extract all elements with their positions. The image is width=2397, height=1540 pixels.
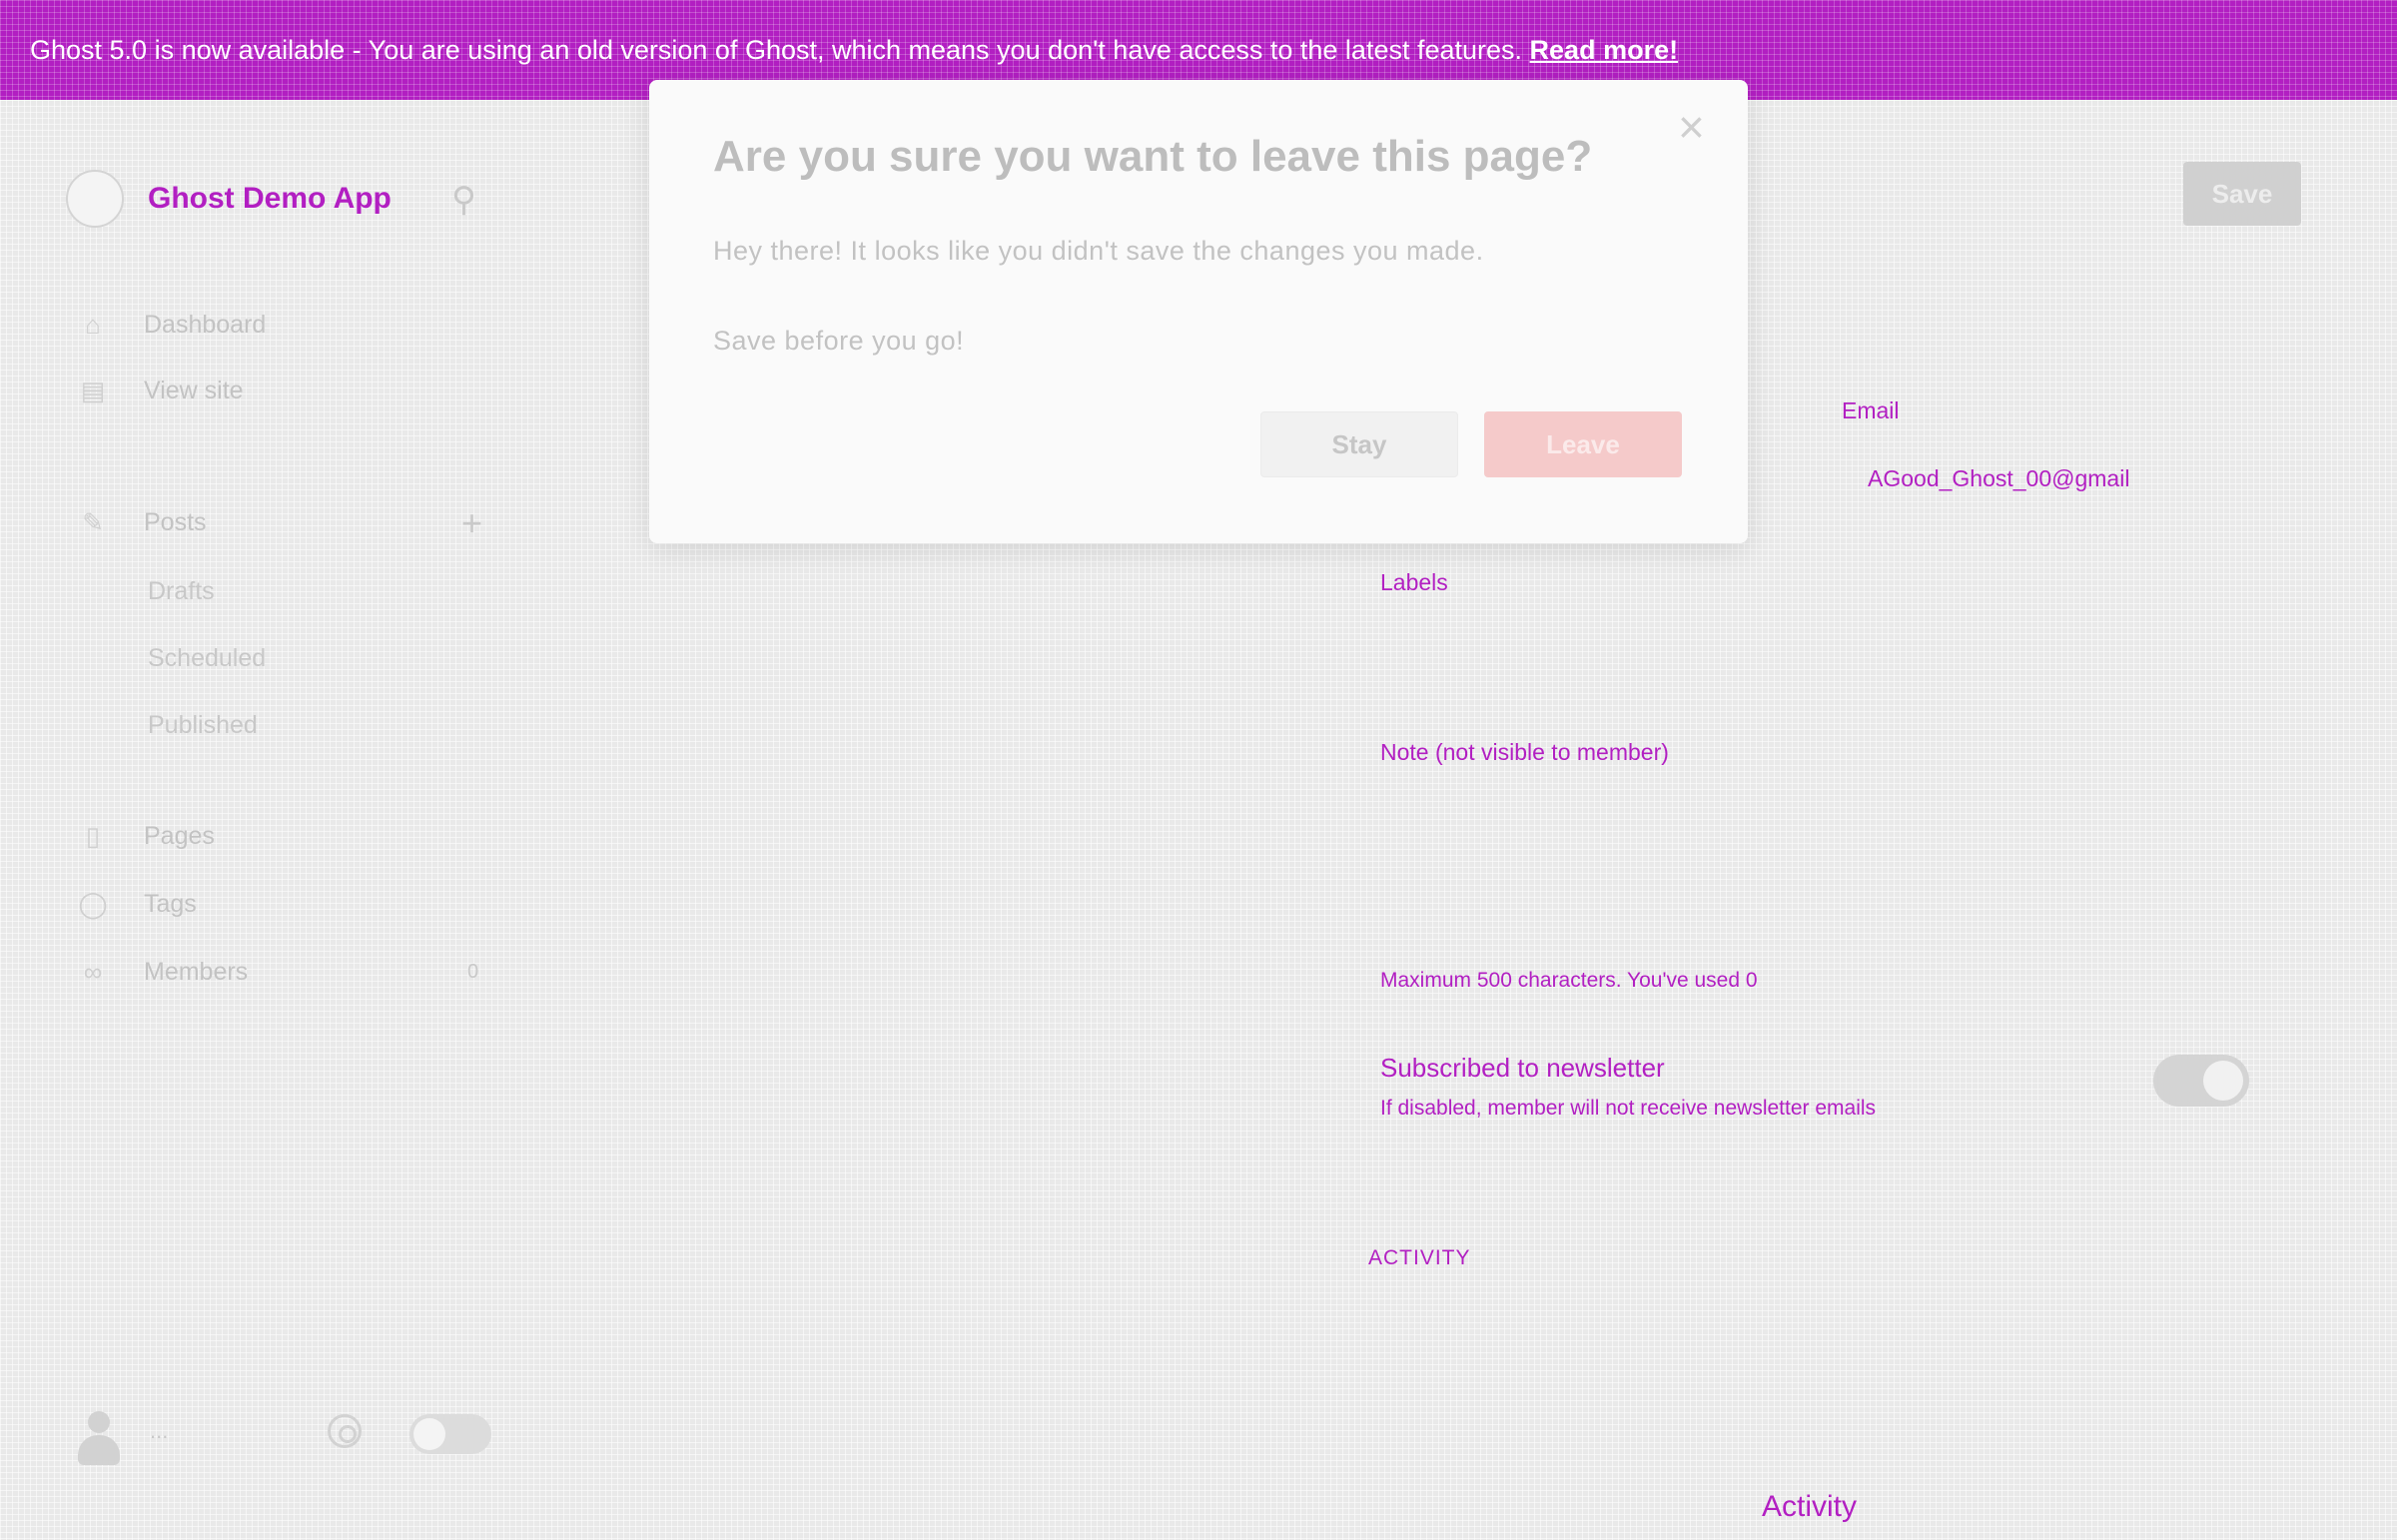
activity-section-heading: ACTIVITY [1368, 1246, 1471, 1269]
newsletter-toggle[interactable] [2153, 1055, 2249, 1107]
note-label: Note (not visible to member) [1380, 739, 1669, 765]
pencil-icon: ✎ [82, 507, 104, 537]
tag-icon: ◯ [78, 889, 108, 919]
note-character-count: Maximum 500 characters. You've used 0 [1380, 969, 1758, 992]
sidebar-item-scheduled[interactable]: Scheduled [148, 644, 266, 673]
save-button[interactable]: Save [2183, 162, 2301, 226]
sidebar-item-label: Posts [144, 508, 207, 536]
members-icon: ∞ [83, 957, 103, 987]
labels-label: Labels [1380, 569, 1448, 595]
close-icon[interactable]: × [1678, 104, 1705, 150]
sidebar-item-pages[interactable]: ▯ Pages [78, 821, 215, 852]
sidebar-item-drafts[interactable]: Drafts [148, 577, 215, 606]
user-menu[interactable]: ... [150, 1418, 168, 1444]
sidebar-item-label: View site [144, 377, 244, 404]
members-count: 0 [467, 961, 479, 983]
sidebar-item-dashboard[interactable]: ⌂ Dashboard [78, 310, 266, 341]
sidebar-item-tags[interactable]: ◯ Tags [78, 889, 197, 920]
subscription-hint: If disabled, member will not receive new… [1380, 1097, 1877, 1120]
leave-button[interactable]: Leave [1484, 411, 1682, 477]
email-label: Email [1842, 397, 1900, 423]
home-icon: ⌂ [85, 310, 101, 340]
banner-read-more-link[interactable]: Read more! [1530, 35, 1679, 65]
activity-title: Activity [1762, 1490, 1858, 1523]
email-field[interactable]: AGood_Ghost_00@gmail [1868, 465, 2129, 492]
leave-page-modal: Are you sure you want to leave this page… [649, 80, 1748, 543]
sidebar-item-label: Members [144, 958, 249, 986]
modal-message: Hey there! It looks like you didn't save… [713, 236, 1484, 266]
site-title[interactable]: Ghost Demo App [148, 182, 392, 216]
search-icon[interactable]: ⚲ [451, 180, 476, 220]
dark-mode-toggle[interactable] [409, 1414, 491, 1454]
browser-icon: ▤ [80, 376, 106, 405]
banner-text: Ghost 5.0 is now available - You are usi… [30, 35, 1523, 65]
sidebar-item-posts[interactable]: ✎ Posts [78, 507, 207, 538]
site-logo[interactable] [66, 170, 124, 228]
sidebar-item-members[interactable]: ∞ Members [78, 957, 248, 988]
settings-icon[interactable] [328, 1414, 362, 1448]
new-post-plus-icon[interactable]: + [461, 502, 482, 544]
sidebar-item-published[interactable]: Published [148, 711, 258, 740]
sidebar-item-label: Dashboard [144, 311, 267, 339]
page-icon: ▯ [85, 821, 101, 851]
user-avatar[interactable] [76, 1411, 120, 1467]
stay-button[interactable]: Stay [1260, 411, 1458, 477]
sidebar-item-label: Tags [144, 890, 197, 918]
modal-title: Are you sure you want to leave this page… [713, 132, 1593, 181]
sidebar-item-label: Pages [144, 822, 215, 850]
modal-message-secondary: Save before you go! [713, 326, 965, 356]
sidebar: Ghost Demo App ⚲ ⌂ Dashboard ▤ View site… [0, 100, 519, 1540]
subscription-title: Subscribed to newsletter [1380, 1053, 1665, 1083]
sidebar-item-view-site[interactable]: ▤ View site [78, 376, 244, 406]
